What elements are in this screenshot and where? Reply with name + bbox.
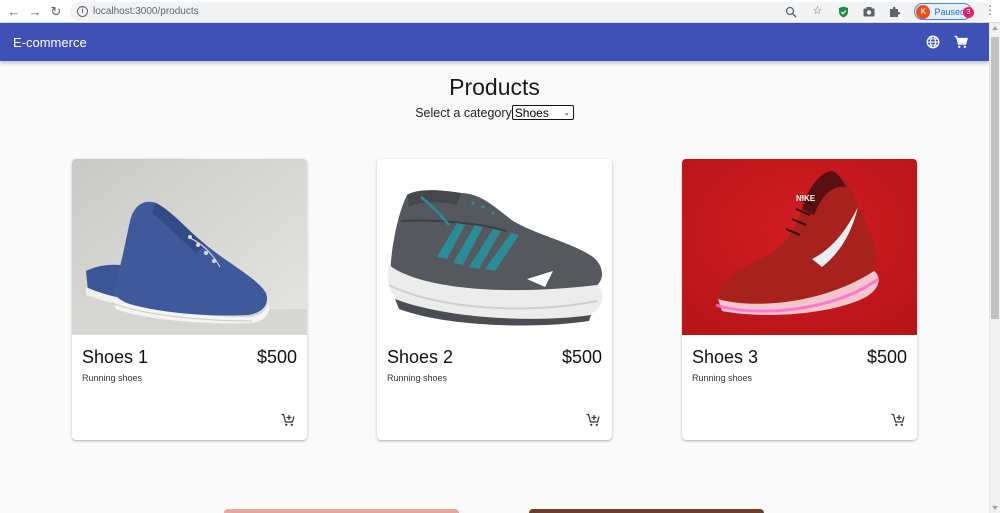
- cart-count-badge: 3: [963, 7, 974, 18]
- product-description: Running shoes: [692, 373, 753, 383]
- extensions-puzzle-icon[interactable]: [888, 5, 902, 19]
- product-card[interactable]: Shoes 1 $500 Running shoes: [72, 159, 307, 440]
- product-name[interactable]: Shoes 1: [82, 347, 148, 368]
- profile-status: Paused: [934, 6, 965, 17]
- address-bar[interactable]: i localhost:3000/products ☆ K Paused: [70, 2, 990, 21]
- product-card[interactable]: Shoes 2 $500 Running shoes: [377, 159, 612, 440]
- product-card[interactable]: NIKE Shoes 3 $500 Running shoes: [682, 159, 917, 440]
- product-card-partial[interactable]: [224, 509, 459, 513]
- category-label: Select a category: [415, 105, 512, 120]
- svg-text:NIKE: NIKE: [796, 194, 816, 203]
- add-to-cart-icon[interactable]: [891, 413, 905, 427]
- shield-extension-icon[interactable]: [836, 5, 850, 19]
- globe-icon[interactable]: [926, 35, 940, 49]
- product-price: $500: [561, 347, 602, 367]
- forward-arrow-icon[interactable]: →: [27, 3, 43, 19]
- brand-title[interactable]: E-commerce: [13, 35, 87, 50]
- scrollbar-thumb[interactable]: [991, 37, 999, 319]
- scroll-down-icon[interactable]: [992, 506, 998, 510]
- chevron-down-icon: ⌄: [563, 109, 570, 117]
- page-title: Products: [449, 74, 540, 100]
- add-to-cart-icon[interactable]: [586, 413, 600, 427]
- category-selector-row: Select a category Shoes ⌄: [0, 105, 989, 120]
- category-select-value: Shoes: [514, 105, 549, 120]
- shopping-cart-icon[interactable]: [954, 35, 968, 49]
- scroll-up-icon[interactable]: [992, 26, 998, 30]
- product-image-blue-sneakers[interactable]: [72, 159, 307, 335]
- info-icon[interactable]: i: [77, 6, 88, 17]
- add-to-cart-icon[interactable]: [281, 413, 295, 427]
- product-name[interactable]: Shoes 2: [387, 347, 453, 368]
- product-image-grey-running-shoe[interactable]: [377, 159, 612, 335]
- product-description: Running shoes: [82, 373, 143, 383]
- product-price: $500: [866, 347, 907, 367]
- camera-icon[interactable]: [862, 5, 876, 19]
- bookmark-star-icon[interactable]: ☆: [810, 5, 824, 19]
- product-price: $500: [256, 347, 297, 367]
- category-select[interactable]: Shoes ⌄: [511, 105, 574, 120]
- browser-toolbar: ← → ↻ i localhost:3000/products ☆ K Paus…: [0, 0, 1000, 23]
- product-card-partial[interactable]: [529, 509, 764, 513]
- page-scrollbar[interactable]: [989, 23, 1000, 513]
- reload-icon[interactable]: ↻: [48, 3, 64, 19]
- product-image-red-sneaker[interactable]: NIKE: [682, 159, 917, 335]
- avatar: K: [916, 4, 931, 19]
- product-name[interactable]: Shoes 3: [692, 347, 758, 368]
- browser-menu-icon[interactable]: ⋮: [984, 4, 996, 16]
- app-bar: E-commerce: [0, 23, 989, 61]
- zoom-icon[interactable]: [784, 5, 798, 19]
- url-text[interactable]: localhost:3000/products: [93, 6, 199, 17]
- back-arrow-icon[interactable]: ←: [6, 3, 22, 19]
- product-description: Running shoes: [387, 373, 448, 383]
